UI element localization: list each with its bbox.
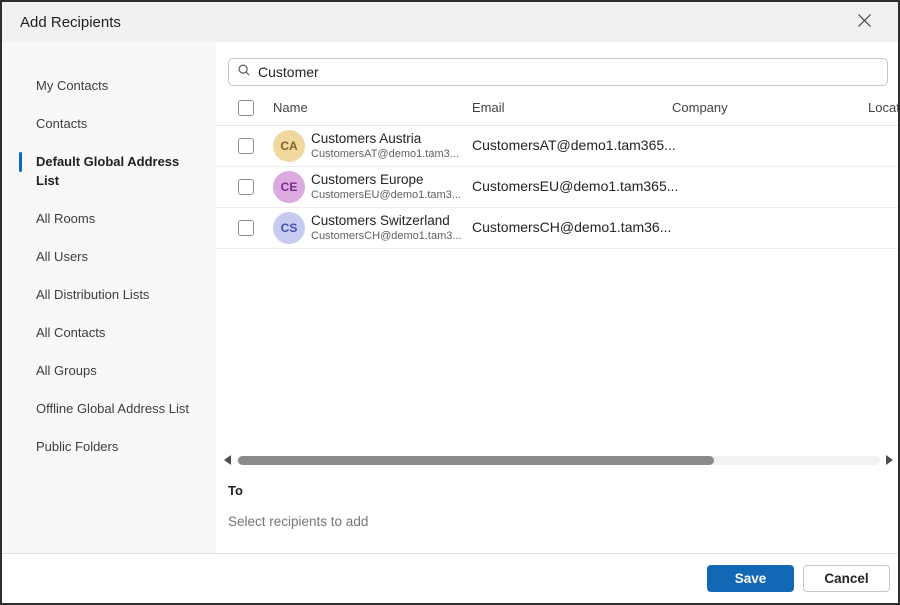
to-placeholder-text: Select recipients to add	[228, 514, 369, 529]
row-checkbox[interactable]	[238, 179, 254, 195]
sidebar-item-label: Offline Global Address List	[36, 401, 189, 416]
scrollbar-right-arrow-icon[interactable]	[886, 455, 893, 465]
search-icon	[237, 63, 258, 82]
avatar: CS	[273, 212, 305, 244]
sidebar-item-all-rooms[interactable]: All Rooms	[2, 200, 216, 238]
address-list-sidebar: My Contacts Contacts Default Global Addr…	[2, 42, 216, 553]
sidebar-item-label: All Users	[36, 249, 89, 264]
search-area	[216, 42, 898, 90]
select-all-checkbox[interactable]	[238, 99, 254, 116]
recipient-alias: CustomersEU@demo1.tam3...	[311, 189, 461, 201]
recipient-name: Customers Austria	[311, 131, 422, 146]
recipient-name: Customers Switzerland	[311, 213, 450, 228]
sidebar-item-label: Public Folders	[36, 439, 119, 454]
column-header-location: Location	[868, 100, 898, 115]
row-checkbox[interactable]	[238, 220, 254, 236]
scrollbar-track[interactable]	[237, 455, 880, 465]
sidebar-item-offline-global-address-list[interactable]: Offline Global Address List	[2, 390, 216, 428]
sidebar-item-all-users[interactable]: All Users	[2, 238, 216, 276]
to-section: To Select recipients to add	[216, 469, 898, 553]
horizontal-scrollbar[interactable]	[216, 453, 898, 467]
recipient-name: Customers Europe	[311, 172, 424, 187]
close-button[interactable]	[850, 8, 878, 36]
recipient-alias: CustomersCH@demo1.tam3...	[311, 230, 462, 242]
recipient-alias: CustomersAT@demo1.tam3...	[311, 148, 459, 160]
close-icon	[857, 13, 872, 31]
sidebar-item-contacts[interactable]: Contacts	[2, 105, 216, 143]
table-row[interactable]: CE Customers Europe CustomersEU@demo1.ta…	[216, 167, 898, 208]
column-header-company: Company	[672, 100, 728, 115]
sidebar-item-label: All Groups	[36, 363, 97, 378]
sidebar-item-all-contacts[interactable]: All Contacts	[2, 314, 216, 352]
table-row[interactable]: CA Customers Austria CustomersAT@demo1.t…	[216, 126, 898, 167]
column-header-name: Name	[273, 100, 308, 115]
dialog-title: Add Recipients	[20, 13, 121, 31]
sidebar-item-default-global-address-list[interactable]: Default Global Address List	[2, 143, 216, 200]
dialog-body: My Contacts Contacts Default Global Addr…	[2, 42, 898, 553]
dialog-titlebar: Add Recipients	[2, 2, 898, 42]
search-box	[228, 58, 888, 86]
sidebar-item-label: Default Global Address List	[36, 154, 180, 188]
row-checkbox[interactable]	[238, 138, 254, 154]
avatar: CE	[273, 171, 305, 203]
scrollbar-thumb[interactable]	[238, 455, 714, 465]
empty-list-space	[216, 249, 898, 453]
sidebar-item-label: My Contacts	[36, 78, 109, 93]
cancel-button[interactable]: Cancel	[803, 565, 890, 592]
sidebar-item-my-contacts[interactable]: My Contacts	[2, 67, 216, 105]
sidebar-item-all-distribution-lists[interactable]: All Distribution Lists	[2, 276, 216, 314]
sidebar-item-public-folders[interactable]: Public Folders	[2, 428, 216, 466]
recipient-email: CustomersCH@demo1.tam36...	[472, 219, 672, 235]
recipient-email: CustomersEU@demo1.tam365...	[472, 178, 679, 194]
save-button[interactable]: Save	[707, 565, 794, 592]
sidebar-item-label: Contacts	[36, 116, 88, 131]
recipient-email: CustomersAT@demo1.tam365...	[472, 137, 676, 153]
avatar: CA	[273, 130, 305, 162]
table-row[interactable]: CS Customers Switzerland CustomersCH@dem…	[216, 208, 898, 249]
sidebar-item-all-groups[interactable]: All Groups	[2, 352, 216, 390]
table-header: Name Email Company Location	[216, 90, 898, 126]
column-header-email: Email	[472, 100, 505, 115]
to-label: To	[228, 483, 243, 498]
dialog-footer: Save Cancel	[2, 553, 898, 603]
recipients-panel: Name Email Company Location CA Customers…	[216, 42, 898, 553]
sidebar-item-label: All Contacts	[36, 325, 106, 340]
add-recipients-dialog: Add Recipients My Contacts Contacts Defa…	[0, 0, 900, 605]
search-input[interactable]	[258, 64, 879, 80]
scrollbar-left-arrow-icon[interactable]	[224, 455, 231, 465]
selected-indicator	[19, 152, 22, 172]
sidebar-item-label: All Distribution Lists	[36, 287, 150, 302]
sidebar-item-label: All Rooms	[36, 211, 96, 226]
